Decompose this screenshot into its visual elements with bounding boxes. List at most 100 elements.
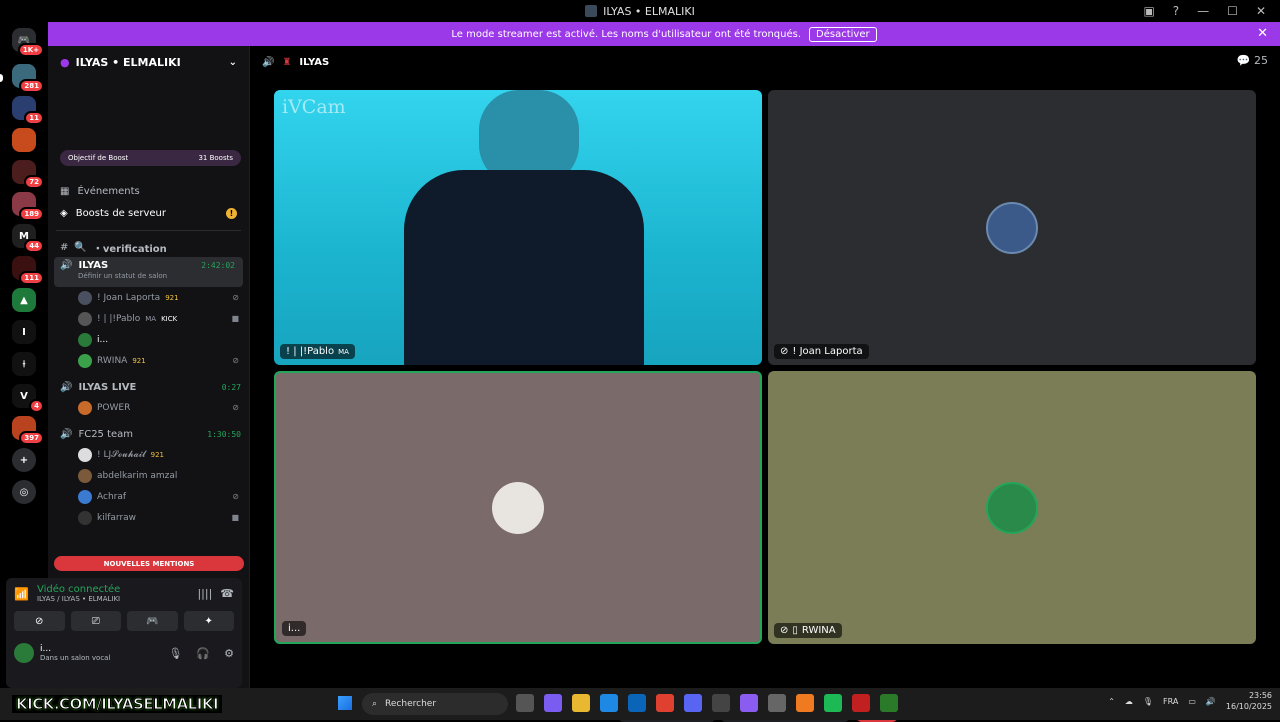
soundboard-button[interactable]: ✦ [183, 611, 234, 631]
voice-member[interactable]: RWINA 921 ⊘ [48, 350, 249, 371]
stage-header: 🔊 ♜ ILYAS [250, 46, 1280, 78]
voice-member[interactable]: POWER ⊘ [48, 397, 249, 418]
avatar [78, 353, 92, 368]
voice-member[interactable]: abdelkarim amzal [48, 465, 249, 486]
close-banner-icon[interactable]: ✕ [1257, 26, 1268, 41]
voice-channel-ilyas[interactable]: 🔊 ILYAS 2:42:02 Définir un statut de sal… [54, 257, 243, 287]
video-tile[interactable]: ⊘! Joan Laporta [768, 90, 1256, 365]
mic-icon[interactable]: 🎙 [168, 647, 182, 660]
inbox-icon[interactable]: ▣ [1143, 4, 1154, 18]
video-tile[interactable]: ⊘ ▯ RWINA [768, 371, 1256, 644]
video-tile[interactable]: iVCam ! | |!Pablo MA [274, 90, 762, 365]
server-icon[interactable]: 281 [12, 64, 44, 93]
discover-icon[interactable]: ◎ [12, 480, 36, 504]
server-icon[interactable] [12, 128, 36, 152]
copilot-icon[interactable] [544, 694, 562, 712]
window-title-text: ILYAS • ELMALIKI [603, 4, 695, 18]
chevron-up-icon[interactable]: ⌃ [1108, 697, 1115, 706]
voice-channel-team[interactable]: 🔊 FC25 team 1:30:50 [48, 424, 249, 444]
chat-count[interactable]: 💬 25 [1237, 54, 1268, 67]
voice-member[interactable]: ! LJ𝓢𝓸𝓾𝓱𝓪𝓲𝓵 921 [48, 444, 249, 465]
stage-channel-name: ILYAS [299, 56, 330, 68]
file-explorer-icon[interactable] [572, 694, 590, 712]
member-tag: 921 [132, 356, 146, 365]
voice-member[interactable]: kilfarraw ■ [48, 507, 249, 528]
voice-member[interactable]: ! | |!Pablo MA KICK ■ [48, 308, 249, 329]
tile-suffix: MA [338, 347, 349, 356]
gear-icon[interactable]: ⚙ [224, 647, 234, 660]
server-icon[interactable]: 72 [12, 160, 44, 189]
maximize-button[interactable]: ☐ [1227, 4, 1238, 18]
minimize-button[interactable]: — [1197, 4, 1209, 18]
discord-icon[interactable] [684, 694, 702, 712]
headphones-icon[interactable]: 🎧 [196, 647, 210, 660]
app-icon[interactable] [880, 694, 898, 712]
taskbar-search[interactable]: ⌕ Rechercher [362, 693, 508, 715]
nav-events[interactable]: ▦ Événements [48, 180, 249, 202]
boost-goal-bar[interactable]: Objectif de Boost 31 Boosts [60, 150, 241, 166]
member-name: kilfarraw [97, 512, 137, 523]
server-icon[interactable]: 189 [12, 192, 44, 221]
server-icon[interactable]: ⟊ [12, 352, 36, 376]
voice-member[interactable]: ! Joan Laporta 921 ⊘ [48, 287, 249, 308]
close-button[interactable]: ✕ [1256, 4, 1266, 18]
task-view-icon[interactable] [516, 694, 534, 712]
chevron-down-icon[interactable]: ⌄ [229, 57, 237, 68]
disable-streamer-button[interactable]: Désactiver [809, 26, 877, 42]
spotify-icon[interactable] [824, 694, 842, 712]
clock-time: 23:56 [1248, 691, 1272, 700]
server-icon[interactable]: M 44 [12, 224, 44, 253]
server-icon[interactable]: I [12, 320, 36, 344]
game-icon[interactable] [740, 694, 758, 712]
member-name: ! | |!Pablo [97, 313, 141, 324]
avatar [78, 510, 92, 525]
clock[interactable]: 23:56 16/10/2025 [1226, 690, 1272, 712]
channel-verification[interactable]: # 🔍 ・verification [48, 237, 249, 257]
windows-start-icon[interactable] [338, 696, 352, 710]
edge-icon[interactable] [600, 694, 618, 712]
new-mentions-pill[interactable]: NOUVELLES MENTIONS [54, 556, 244, 571]
guild-header[interactable]: ● ILYAS • ELMALIKI ⌄ [48, 46, 249, 78]
video-tile[interactable]: i... [274, 371, 762, 644]
voice-member[interactable]: i... [48, 329, 249, 350]
mic-icon[interactable]: 🎙 [1143, 697, 1153, 706]
language-indicator[interactable]: FRA [1163, 697, 1178, 706]
server-icon[interactable]: 397 [12, 416, 44, 445]
phone-icon: ▯ [792, 625, 798, 636]
help-icon[interactable]: ? [1173, 4, 1179, 18]
server-icon[interactable]: 111 [12, 256, 44, 285]
camera-off-icon: ⊘ [232, 356, 239, 365]
volume-icon[interactable]: 🔊 [1206, 697, 1216, 706]
set-status-link[interactable]: Définir un statut de salon [60, 272, 167, 280]
activity-button[interactable]: 🎮 [127, 611, 178, 631]
disconnect-icon[interactable]: ☎ [220, 587, 234, 600]
app-icon[interactable] [796, 694, 814, 712]
voice-channel-live[interactable]: 🔊 ILYAS LIVE 0:27 [48, 377, 249, 397]
server-icon[interactable]: 11 [12, 96, 44, 125]
app-icon[interactable] [712, 694, 730, 712]
screen-share-button[interactable]: ⎚ [70, 611, 121, 631]
member-tag: 921 [150, 450, 164, 459]
add-server-icon[interactable]: + [12, 448, 36, 472]
nav-boosts[interactable]: ◈ Boosts de serveur ! [48, 202, 249, 224]
network-icon[interactable]: ▭ [1188, 697, 1196, 706]
voice-status[interactable]: Vidéo connectée [37, 584, 120, 595]
user-area: i... Dans un salon vocal 🎙 🎧 ⚙ [14, 643, 234, 663]
outlook-icon[interactable] [628, 694, 646, 712]
badge: 397 [19, 431, 44, 445]
avatar[interactable] [14, 643, 34, 663]
camera-toggle-button[interactable]: ⊘ [14, 611, 65, 631]
search-icon: ⌕ [372, 699, 378, 709]
person-shirt [404, 170, 644, 365]
server-icon[interactable]: ▲ [12, 288, 36, 312]
server-letter: V [20, 390, 28, 402]
server-icon[interactable]: V4 [12, 384, 44, 413]
steam-icon[interactable] [768, 694, 786, 712]
cloud-icon[interactable]: ☁ [1125, 697, 1133, 706]
voice-member[interactable]: Achraf ⊘ [48, 486, 249, 507]
dm-home-button[interactable]: 🎮 1K+ [12, 28, 44, 57]
chrome-icon[interactable] [656, 694, 674, 712]
noise-suppression-icon[interactable]: |||| [197, 587, 212, 600]
app-icon[interactable] [852, 694, 870, 712]
tile-name: ! | |!Pablo [286, 346, 335, 357]
